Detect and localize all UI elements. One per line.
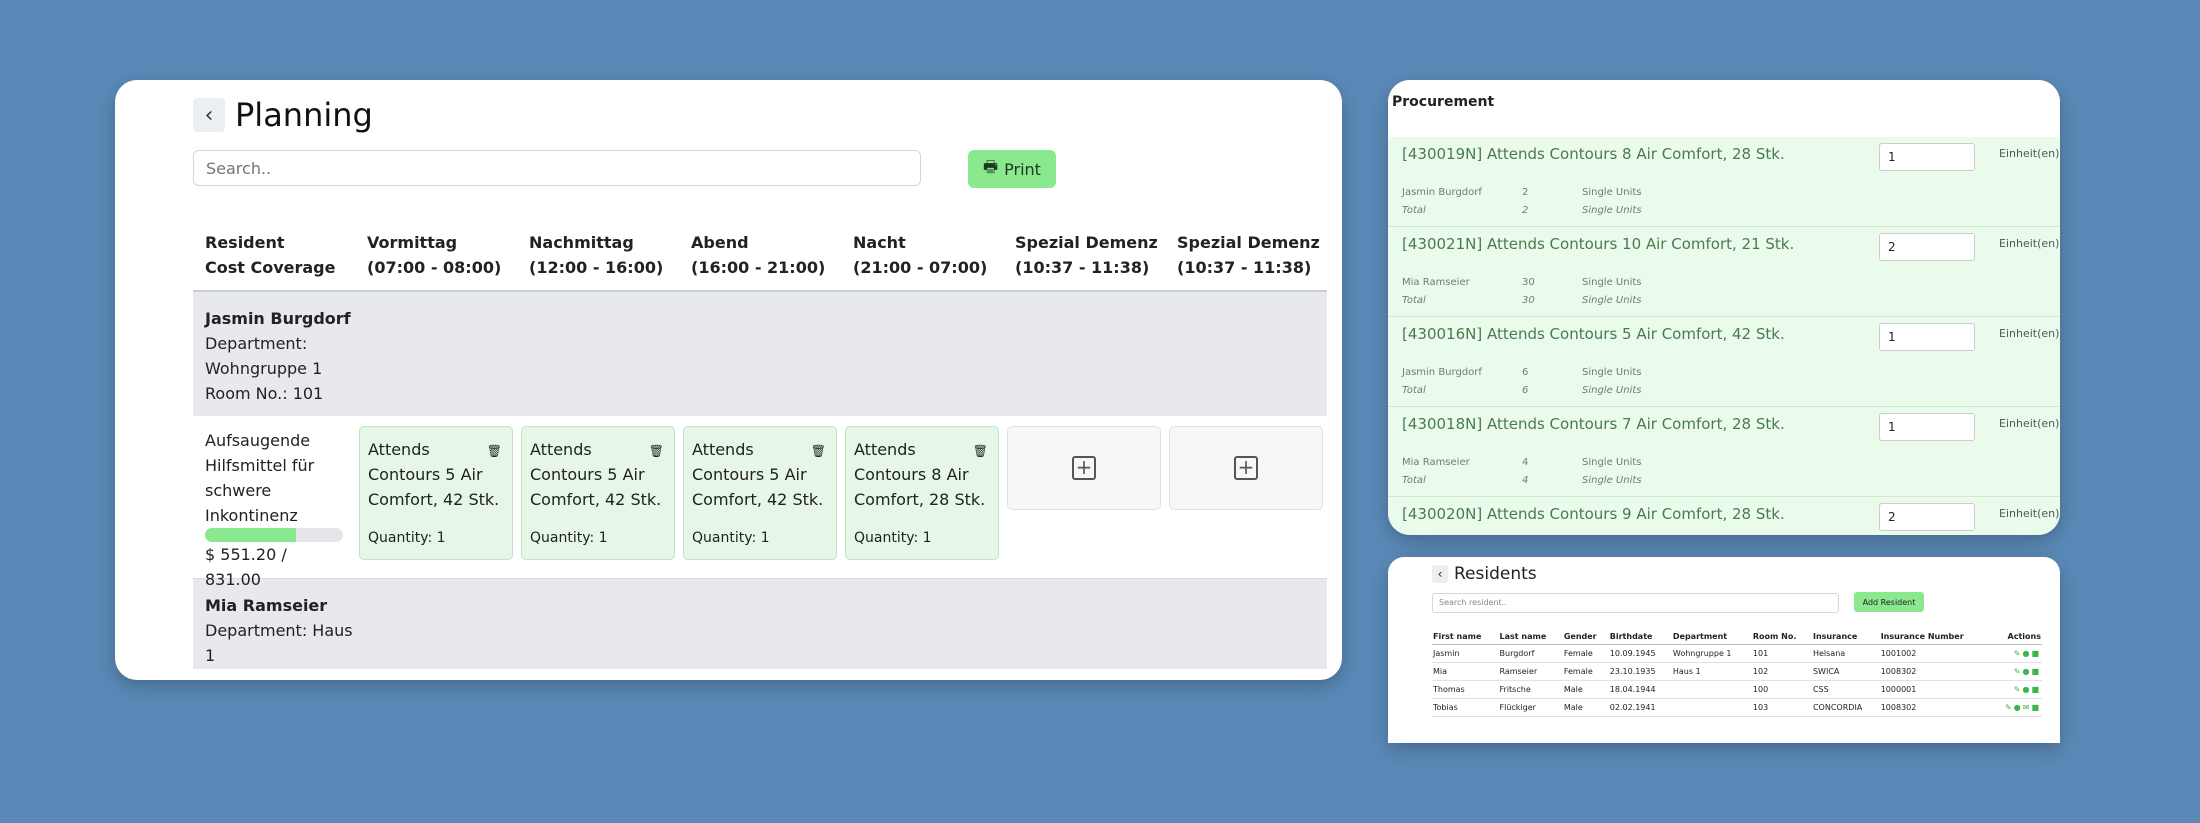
- cost-coverage: Aufsaugende Hilfsmittel für schwere Inko…: [193, 416, 355, 589]
- resident-name: Jasmin Burgdorf: [205, 309, 351, 328]
- table-row: Mia Ramseier Female 23.10.1935 Haus 1 102 SWIC…: [1432, 662, 2042, 681]
- planned-item[interactable]: Attends Contours 5 Air Comfort, 42 Stk. …: [683, 426, 837, 560]
- table-row: Tobias Flückiger Male 02.02.1941 103 CONCORDI…: [1432, 698, 2042, 717]
- column-header: Spezial Demenz (10:37 - 11:38): [1015, 233, 1158, 277]
- column-header: Abend (16:00 - 21:00): [691, 233, 826, 277]
- coverage-progress-bar: [205, 528, 343, 542]
- chevron-left-icon: ‹: [1437, 567, 1443, 581]
- plus-square-icon: +: [1234, 456, 1258, 480]
- residents-title: Residents: [1454, 564, 1537, 584]
- quantity-input[interactable]: 1: [1879, 323, 1975, 351]
- table-header-row: First name Last name Gender Birthdate De…: [1432, 629, 2042, 645]
- column-header: Vormittag (07:00 - 08:00): [367, 233, 502, 277]
- trash-icon[interactable]: 🗑: [973, 439, 988, 464]
- printer-icon: 🖶: [983, 156, 999, 176]
- planning-header: ‹ Planning: [193, 96, 373, 134]
- planning-panel: ‹ Planning 🖶 Print ResidentCost Coverage…: [115, 80, 1342, 680]
- procurement-panel: Procurement [430019N] Attends Contours 8…: [1388, 80, 2060, 535]
- print-button[interactable]: 🖶 Print: [968, 150, 1056, 188]
- planned-item[interactable]: Attends Contours 5 Air Comfort, 42 Stk. …: [521, 426, 675, 560]
- add-slot-button[interactable]: +: [1169, 426, 1323, 510]
- page-title: Planning: [235, 96, 373, 134]
- residents-header: ‹ Residents: [1432, 564, 1537, 584]
- delete-icon[interactable]: ■: [2031, 649, 2041, 658]
- delete-icon[interactable]: ■: [2031, 667, 2041, 676]
- residents-table: First name Last name Gender Birthdate De…: [1432, 629, 2042, 717]
- procurement-item: [430019N] Attends Contours 8 Air Comfort…: [1388, 137, 2060, 227]
- planned-item[interactable]: Attends Contours 8 Air Comfort, 28 Stk. …: [845, 426, 999, 560]
- column-header: Resident Cost Coverage: [205, 233, 336, 277]
- trash-icon[interactable]: 🗑: [811, 439, 826, 464]
- table-row: Thomas Fritsche Male 18.04.1944 100 CSS 100000…: [1432, 680, 2042, 699]
- planning-grid: Resident Cost Coverage Vormittag (07:00 - …: [193, 230, 1327, 669]
- back-button[interactable]: ‹: [193, 98, 225, 132]
- procurement-item: [430018N] Attends Contours 7 Air Comfort…: [1388, 407, 2060, 497]
- column-header: Spezial Demenz (10:37 - 11:38): [1177, 233, 1320, 277]
- user-icon[interactable]: ●: [2014, 703, 2023, 712]
- resident-search-input[interactable]: Search resident..: [1432, 593, 1839, 613]
- column-header: Nacht (21:00 - 07:00): [853, 233, 988, 277]
- trash-icon[interactable]: 🗑: [487, 439, 502, 464]
- resident-band: Jasmin Burgdorf Department: Wohngruppe 1…: [193, 292, 1327, 416]
- residents-panel: ‹ Residents Search resident.. Add Reside…: [1388, 557, 2060, 743]
- column-header: Nachmittag (12:00 - 16:00): [529, 233, 664, 277]
- procurement-item: [430020N] Attends Contours 9 Air Comfort…: [1388, 497, 2060, 535]
- table-row: Jasmin Burgdorf Female 10.09.1945 Wohngruppe…: [1432, 644, 2042, 663]
- procurement-title: Procurement: [1388, 80, 2060, 137]
- quantity-input[interactable]: 2: [1879, 233, 1975, 261]
- procurement-item: [430016N] Attends Contours 5 Air Comfort…: [1388, 317, 2060, 407]
- procurement-item: [430021N] Attends Contours 10 Air Comfor…: [1388, 227, 2060, 317]
- chevron-left-icon: ‹: [204, 102, 214, 128]
- add-slot-button[interactable]: +: [1007, 426, 1161, 510]
- resident-band: Mia Ramseier Department: Haus 1: [193, 579, 1327, 669]
- plus-square-icon: +: [1072, 456, 1096, 480]
- edit-icon[interactable]: ✎: [2005, 703, 2014, 712]
- column-headers: Resident Cost Coverage Vormittag (07:00 - …: [193, 230, 1327, 292]
- quantity-input[interactable]: 1: [1879, 143, 1975, 171]
- add-resident-button[interactable]: Add Resident: [1854, 592, 1924, 612]
- quantity-input[interactable]: 2: [1879, 503, 1975, 531]
- planned-item[interactable]: Attends Contours 5 Air Comfort, 42 Stk. …: [359, 426, 513, 560]
- coverage-progress-fill: [205, 528, 297, 542]
- delete-icon[interactable]: ■: [2031, 703, 2041, 712]
- search-input[interactable]: [193, 150, 921, 186]
- trash-icon[interactable]: 🗑: [649, 439, 664, 464]
- resident-slot-row: Aufsaugende Hilfsmittel für schwere Inko…: [193, 416, 1327, 589]
- delete-icon[interactable]: ■: [2031, 685, 2041, 694]
- back-button[interactable]: ‹: [1432, 565, 1448, 583]
- quantity-input[interactable]: 1: [1879, 413, 1975, 441]
- resident-name: Mia Ramseier: [205, 596, 328, 615]
